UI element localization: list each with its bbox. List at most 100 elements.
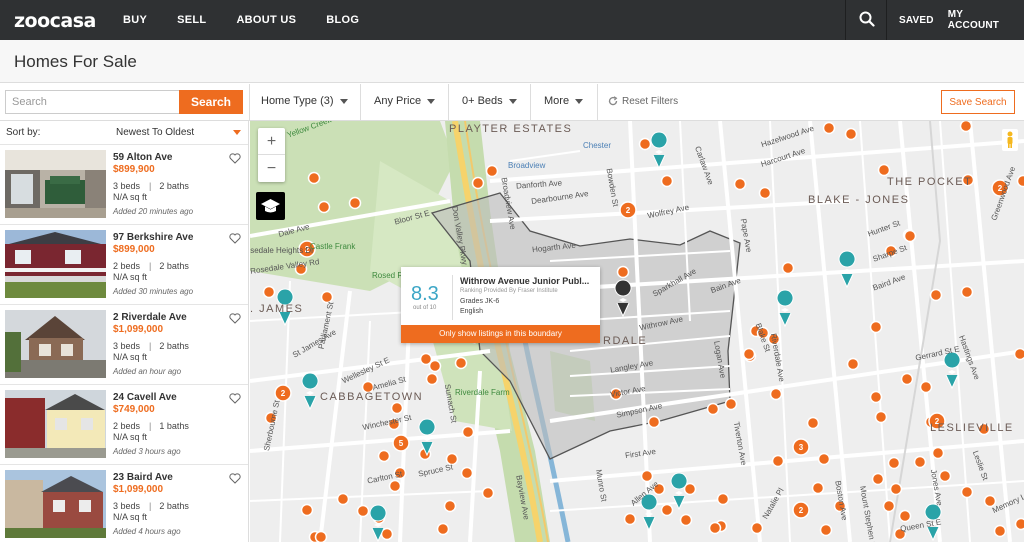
listing-beds: 3 beds bbox=[113, 181, 141, 191]
map-area-label: RDALE bbox=[603, 335, 648, 347]
cluster-count: 5 bbox=[399, 439, 404, 448]
caret-down-icon bbox=[339, 98, 348, 104]
graduation-cap-icon bbox=[261, 199, 280, 213]
search-button[interactable]: Search bbox=[179, 90, 243, 114]
my-account-link[interactable]: MY ACCOUNT bbox=[948, 9, 1010, 31]
map-area-label: CABBAGETOWN bbox=[320, 391, 424, 403]
reset-filters-button[interactable]: Reset Filters bbox=[608, 96, 678, 107]
zoocasa-logo[interactable]: zoocasa bbox=[14, 10, 96, 32]
filter-divider bbox=[597, 84, 598, 121]
listing-photo[interactable] bbox=[5, 150, 106, 218]
beds-filter[interactable]: 0+ Beds bbox=[462, 95, 517, 107]
nav-links: BUY SELL ABOUT US BLOG bbox=[123, 0, 389, 40]
listing-added-time: Added 3 hours ago bbox=[113, 447, 181, 456]
listing-photo[interactable] bbox=[5, 310, 106, 378]
listing-size: N/A sq ft bbox=[113, 192, 148, 202]
listing-beds: 3 beds bbox=[113, 501, 141, 511]
school-toggle-button[interactable] bbox=[256, 192, 285, 220]
listing-added-time: Added 4 hours ago bbox=[113, 527, 181, 536]
nav-account-area: SAVED MY ACCOUNT bbox=[899, 0, 1024, 40]
cluster-count: 2 bbox=[626, 206, 631, 215]
nav-buy-link[interactable]: BUY bbox=[123, 14, 147, 26]
school-info-popup[interactable]: 8.3 out of 10 Withrow Avenue Junior Publ… bbox=[401, 267, 600, 343]
listing-size: N/A sq ft bbox=[113, 272, 148, 282]
listing-address[interactable]: 23 Baird Ave bbox=[113, 472, 173, 483]
listing-price: $749,000 bbox=[113, 404, 155, 415]
map-street-label: Chester bbox=[583, 141, 612, 150]
listing-photo[interactable] bbox=[5, 230, 106, 298]
listing-address[interactable]: 2 Riverdale Ave bbox=[113, 312, 187, 323]
title-bar: Homes For Sale bbox=[0, 40, 1024, 83]
refresh-icon bbox=[608, 96, 618, 106]
heart-icon[interactable] bbox=[229, 233, 241, 244]
nav-about-link[interactable]: ABOUT US bbox=[236, 14, 296, 26]
listing-beds: 3 beds bbox=[113, 341, 141, 351]
listing-beds: 2 beds bbox=[113, 421, 141, 431]
sort-select[interactable]: Newest To Oldest bbox=[116, 127, 194, 138]
save-search-button[interactable]: Save Search bbox=[941, 90, 1015, 114]
listing-panel: Sort by: Newest To Oldest 59 Alton Ave $… bbox=[0, 121, 249, 542]
filter-divider bbox=[448, 84, 449, 121]
heart-icon[interactable] bbox=[229, 473, 241, 484]
zoom-control: + − bbox=[258, 128, 285, 182]
school-score: 8.3 bbox=[411, 283, 439, 305]
map[interactable]: 2 2 2 2 5 3 2 2 PLAYTER ESTATES THE POCK… bbox=[250, 121, 1024, 542]
map-street-label: Riverdale Farm bbox=[455, 388, 510, 397]
school-score-scale: out of 10 bbox=[413, 305, 437, 311]
map-area-label: PLAYTER ESTATES bbox=[449, 123, 573, 135]
listing-added-time: Added 20 minutes ago bbox=[113, 207, 194, 216]
zoom-in-button[interactable]: + bbox=[258, 128, 285, 155]
filter-divider bbox=[249, 84, 250, 121]
listing-address[interactable]: 24 Cavell Ave bbox=[113, 392, 177, 403]
heart-icon[interactable] bbox=[229, 313, 241, 324]
saved-link[interactable]: SAVED bbox=[899, 15, 934, 26]
search-icon bbox=[859, 11, 875, 27]
search-input[interactable] bbox=[5, 90, 179, 114]
caret-down-icon[interactable] bbox=[233, 130, 241, 135]
price-filter[interactable]: Any Price bbox=[374, 95, 436, 107]
filter-bar: Search Home Type (3) Any Price 0+ Beds M… bbox=[0, 84, 1024, 121]
listing-card[interactable]: 23 Baird Ave $1,099,000 3 beds 2 baths N… bbox=[0, 465, 248, 542]
page-title: Homes For Sale bbox=[14, 52, 137, 71]
caret-down-icon bbox=[575, 98, 584, 104]
heart-icon[interactable] bbox=[229, 153, 241, 164]
map-street-label: Broadview bbox=[508, 161, 546, 170]
map-street-label: Rosedale Heights Dr bbox=[250, 246, 314, 255]
listing-photo[interactable] bbox=[5, 390, 106, 458]
map-area-label: THE POCKET bbox=[887, 176, 973, 188]
listing-beds: 2 beds bbox=[113, 261, 141, 271]
school-name[interactable]: Withrow Avenue Junior Publ... bbox=[460, 276, 595, 286]
listing-address[interactable]: 59 Alton Ave bbox=[113, 152, 172, 163]
listing-card[interactable]: 24 Cavell Ave $749,000 2 beds 1 baths N/… bbox=[0, 385, 248, 465]
listing-photo[interactable] bbox=[5, 470, 106, 538]
school-grades: Grades JK-6 bbox=[460, 298, 500, 305]
nav-search-button[interactable] bbox=[845, 0, 887, 40]
nav-blog-link[interactable]: BLOG bbox=[326, 14, 359, 26]
price-label: Any Price bbox=[374, 95, 422, 107]
boundary-filter-button[interactable]: Only show listings in this boundary bbox=[401, 325, 600, 343]
listing-baths: 2 baths bbox=[149, 501, 189, 511]
nav-sell-link[interactable]: SELL bbox=[177, 14, 206, 26]
listing-price: $1,099,000 bbox=[113, 324, 164, 335]
reset-filters-label: Reset Filters bbox=[622, 96, 679, 107]
listing-card[interactable]: 2 Riverdale Ave $1,099,000 3 beds 2 bath… bbox=[0, 305, 248, 385]
home-type-label: Home Type (3) bbox=[261, 95, 334, 107]
listing-price: $899,000 bbox=[113, 244, 155, 255]
filter-divider bbox=[360, 84, 361, 121]
cluster-count: 3 bbox=[799, 443, 804, 452]
zoom-out-button[interactable]: − bbox=[258, 155, 285, 182]
heart-icon[interactable] bbox=[229, 393, 241, 404]
listing-card[interactable]: 59 Alton Ave $899,900 3 beds 2 baths N/A… bbox=[0, 145, 248, 225]
popup-divider bbox=[452, 275, 453, 320]
school-language: English bbox=[460, 308, 483, 315]
map-area-label: BLAKE - JONES bbox=[808, 194, 910, 206]
street-view-icon[interactable] bbox=[1002, 129, 1018, 151]
home-type-filter[interactable]: Home Type (3) bbox=[261, 95, 348, 107]
listing-card[interactable]: 97 Berkshire Ave $899,000 2 beds 2 baths… bbox=[0, 225, 248, 305]
top-nav: zoocasa BUY SELL ABOUT US BLOG SAVED MY … bbox=[0, 0, 1024, 40]
listing-price: $1,099,000 bbox=[113, 484, 164, 495]
listing-size: N/A sq ft bbox=[113, 352, 148, 362]
listing-address[interactable]: 97 Berkshire Ave bbox=[113, 232, 193, 243]
more-filter[interactable]: More bbox=[544, 95, 584, 107]
map-street-label: Castle Frank bbox=[310, 242, 356, 251]
